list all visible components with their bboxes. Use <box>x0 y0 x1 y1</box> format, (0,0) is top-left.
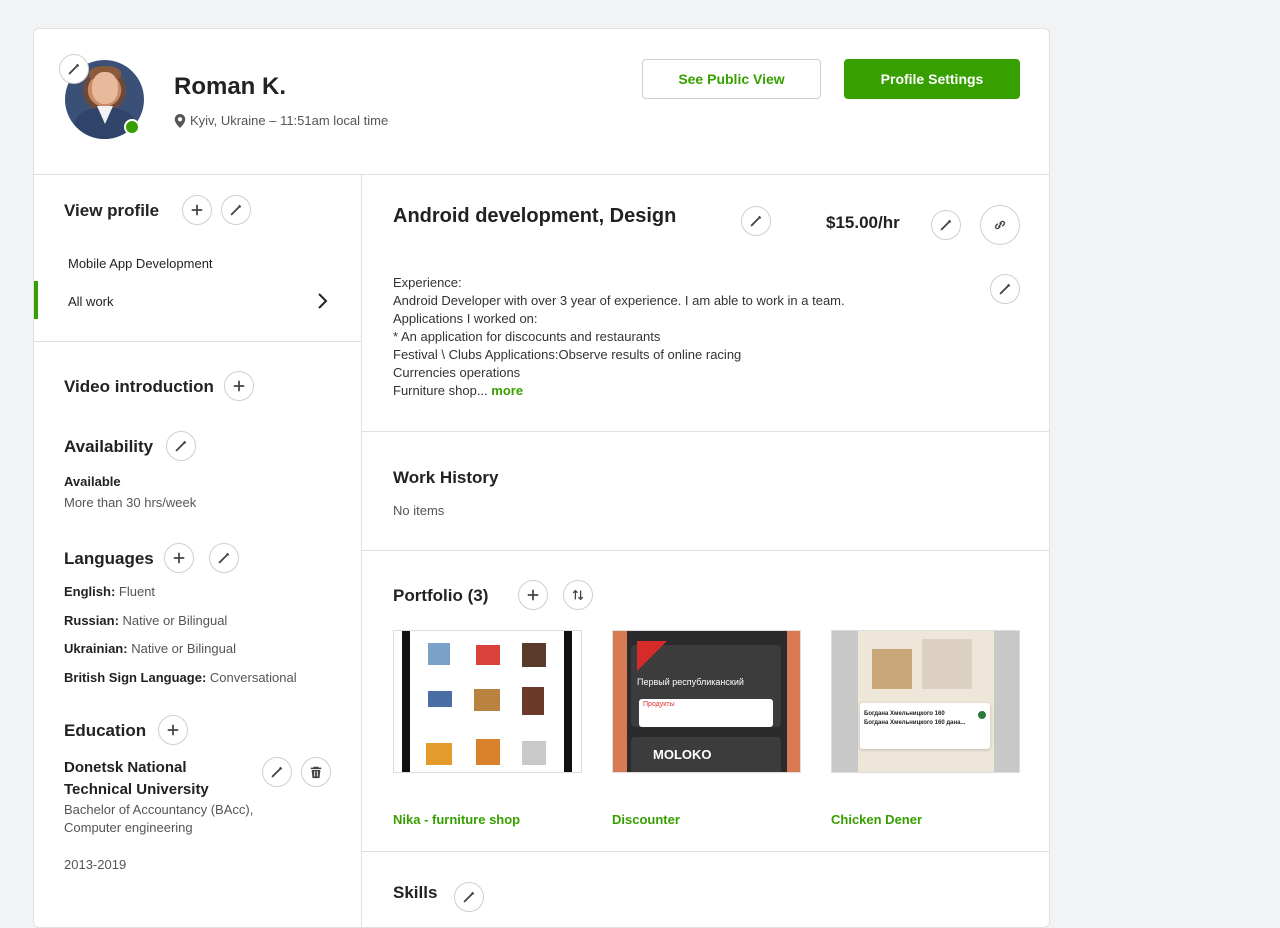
section-divider <box>362 431 1049 432</box>
pencil-icon <box>463 891 475 903</box>
add-language-button[interactable] <box>164 543 194 573</box>
education-years: 2013-2019 <box>64 857 127 872</box>
plus-icon <box>527 589 539 601</box>
pencil-icon <box>271 766 283 778</box>
location-pin-icon <box>174 113 186 128</box>
plus-icon <box>191 204 203 216</box>
edit-availability-button[interactable] <box>166 431 196 461</box>
edit-skills-button[interactable] <box>454 882 484 912</box>
sidebar: View profile Mobile App Development All … <box>34 175 362 927</box>
copy-link-button[interactable] <box>980 205 1020 245</box>
availability-status: Available <box>64 474 121 489</box>
portfolio-thumbnail-nika[interactable] <box>393 630 582 773</box>
pencil-icon <box>750 215 762 227</box>
main-content: Android development, Design $15.00/hr Ex… <box>362 175 1049 927</box>
video-introduction-title: Video introduction <box>64 377 214 396</box>
portfolio-item-label[interactable]: Chicken Dener <box>831 812 922 827</box>
sidebar-item-all-work[interactable]: All work <box>68 294 114 309</box>
active-indicator <box>34 281 38 319</box>
language-item: English: Fluent <box>64 584 156 599</box>
profile-name: Roman K. <box>174 73 287 100</box>
link-icon <box>994 220 1006 230</box>
portfolio-thumbnail-discounter[interactable]: Первый республиканский Продукты MOLOKO <box>612 630 801 773</box>
pencil-icon <box>940 219 952 231</box>
portfolio-title: Portfolio (3) <box>393 586 489 605</box>
availability-hours: More than 30 hrs/week <box>64 495 197 510</box>
portfolio-item-label[interactable]: Nika - furniture shop <box>393 812 520 827</box>
sidebar-item-mobile-app-development[interactable]: Mobile App Development <box>68 256 213 271</box>
pencil-icon <box>999 283 1011 295</box>
reorder-portfolio-button[interactable] <box>563 580 593 610</box>
more-link[interactable]: more <box>491 383 523 398</box>
language-item: Russian: Native or Bilingual <box>64 613 228 628</box>
pencil-icon <box>218 552 230 564</box>
add-education-button[interactable] <box>158 715 188 745</box>
edit-languages-button[interactable] <box>209 543 239 573</box>
chevron-right-icon[interactable] <box>316 293 328 309</box>
edit-description-button[interactable] <box>990 274 1020 304</box>
section-divider <box>362 550 1049 551</box>
plus-icon <box>173 552 185 564</box>
edit-education-button[interactable] <box>262 757 292 787</box>
availability-title: Availability <box>64 437 154 456</box>
profile-title: Android development, Design <box>393 205 677 227</box>
portfolio-item-label[interactable]: Discounter <box>612 812 680 827</box>
location-text: Kyiv, Ukraine – 11:51am local time <box>190 113 389 128</box>
plus-icon <box>233 380 245 392</box>
delete-education-button[interactable] <box>301 757 331 787</box>
profile-description: Experience: Android Developer with over … <box>393 275 845 398</box>
work-history-title: Work History <box>393 468 499 487</box>
section-divider <box>362 851 1049 852</box>
profile-settings-button[interactable]: Profile Settings <box>844 59 1020 99</box>
online-status-dot <box>124 119 140 135</box>
education-degree: Bachelor of Accountancy (BAcc), Computer… <box>64 802 254 835</box>
portfolio-thumbnail-chicken-dener[interactable]: Богдана Хмельницкого 160 Богдана Хмельни… <box>831 630 1020 773</box>
profile-header: Roman K. Kyiv, Ukraine – 11:51am local t… <box>34 29 1049 175</box>
see-public-view-button[interactable]: See Public View <box>642 59 821 99</box>
sidebar-divider <box>34 341 362 342</box>
languages-title: Languages <box>64 549 154 568</box>
location-line: Kyiv, Ukraine – 11:51am local time <box>174 113 388 128</box>
language-item: Ukrainian: Native or Bilingual <box>64 641 236 656</box>
pencil-icon <box>230 204 242 216</box>
edit-profile-button[interactable] <box>221 195 251 225</box>
education-school: Donetsk National Technical University <box>64 759 209 798</box>
skills-title: Skills <box>393 883 438 902</box>
work-history-empty: No items <box>393 503 445 518</box>
pencil-icon <box>68 63 80 75</box>
view-profile-title: View profile <box>64 201 160 220</box>
add-profile-button[interactable] <box>182 195 212 225</box>
add-portfolio-button[interactable] <box>518 580 548 610</box>
hourly-rate: $15.00/hr <box>826 213 900 232</box>
add-video-button[interactable] <box>224 371 254 401</box>
pencil-icon <box>175 440 187 452</box>
sort-icon <box>572 589 584 601</box>
plus-icon <box>167 724 179 736</box>
edit-title-button[interactable] <box>741 206 771 236</box>
edit-rate-button[interactable] <box>931 210 961 240</box>
profile-card: Roman K. Kyiv, Ukraine – 11:51am local t… <box>33 28 1050 928</box>
language-item: British Sign Language: Conversational <box>64 670 297 685</box>
education-title: Education <box>64 721 147 740</box>
edit-avatar-button[interactable] <box>59 54 89 84</box>
trash-icon <box>310 766 322 779</box>
